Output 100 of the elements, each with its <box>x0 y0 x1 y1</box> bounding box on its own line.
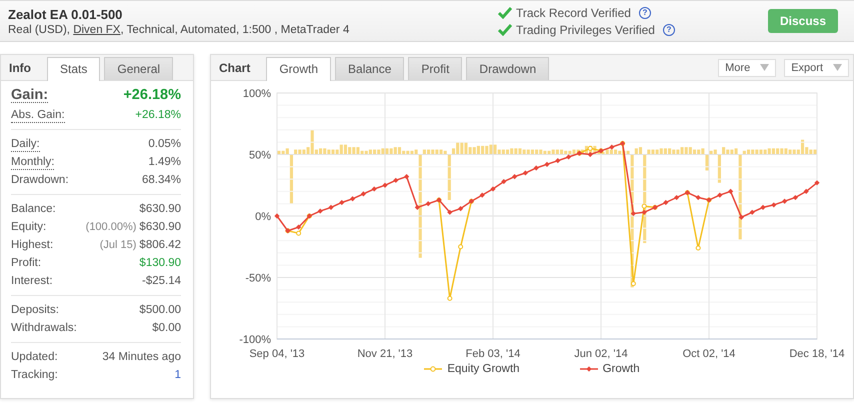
dropdown-button[interactable]: Export <box>784 58 849 76</box>
point <box>588 146 593 151</box>
point <box>426 201 431 206</box>
stat-value: 68.34% <box>142 173 181 188</box>
stat-label: Highest: <box>11 238 54 253</box>
legend-label[interactable]: Growth <box>602 363 640 375</box>
broker-link[interactable]: Diven FX <box>73 24 120 36</box>
chart-tab[interactable]: Balance <box>335 57 404 80</box>
stat-value[interactable]: 1 <box>174 366 181 384</box>
legend-line-icon <box>424 365 442 373</box>
point <box>630 281 636 286</box>
stat-label: Deposits: <box>11 303 59 318</box>
stat-label: Updated: <box>11 350 58 365</box>
stat-label[interactable]: Daily: <box>11 137 40 152</box>
stat-value: $806.42 <box>139 238 181 253</box>
stat-note: (Jul 15) <box>100 238 136 253</box>
point <box>458 206 464 212</box>
stat-label: Tracking: <box>11 368 58 383</box>
axis-label: -50% <box>245 272 271 284</box>
axis-label: 0% <box>255 211 271 223</box>
point <box>642 210 647 215</box>
point <box>544 162 550 167</box>
help-icon[interactable]: ? <box>662 24 675 36</box>
point <box>534 165 539 171</box>
caret-icon <box>833 64 842 71</box>
stat-value: $630.90 <box>139 220 181 235</box>
axis-label: 100% <box>242 88 271 100</box>
legend-label[interactable]: Equity Growth <box>447 363 520 375</box>
axis-label: 50% <box>248 150 271 162</box>
point <box>372 186 377 192</box>
axis-label: Jun 02, '14 <box>574 348 628 360</box>
point <box>296 230 302 236</box>
point <box>804 188 809 194</box>
axis-label: Feb 03, '14 <box>466 348 520 360</box>
stat-value: +26.18% <box>123 86 181 104</box>
dropdown-button[interactable]: More <box>718 58 776 76</box>
point <box>588 152 593 158</box>
point <box>274 213 280 219</box>
point <box>382 182 388 188</box>
point <box>447 210 452 215</box>
point <box>414 204 420 210</box>
verification-label: Track Record Verified <box>516 6 631 20</box>
caret-icon <box>760 64 770 71</box>
point <box>728 188 734 194</box>
point <box>674 194 680 200</box>
system-details: Real (USD), Diven FX, Technical, Automated, 1:500 , MetaTrader 4 <box>8 24 350 36</box>
point <box>360 191 366 196</box>
point <box>501 178 506 184</box>
axis-label: Sep 04, '13 <box>249 348 305 360</box>
point <box>328 204 334 210</box>
point <box>296 224 302 230</box>
stat-value: $0.00 <box>152 321 181 336</box>
stat-label[interactable]: Gain: <box>11 88 48 103</box>
stat-value: $630.90 <box>139 202 181 217</box>
point <box>782 198 788 204</box>
axis-label: Nov 21, '13 <box>357 348 413 360</box>
stat-label: Drawdown: <box>11 173 69 188</box>
point <box>717 192 722 198</box>
stat-label: Interest: <box>11 274 53 289</box>
point <box>350 196 356 202</box>
point <box>490 186 496 192</box>
stat-value: $130.90 <box>139 256 181 271</box>
point <box>738 214 744 220</box>
stat-label: Withdrawals: <box>11 321 77 336</box>
help-icon[interactable]: ? <box>638 6 651 18</box>
system-title: Zealot EA 0.01-500 <box>8 6 124 22</box>
point <box>696 194 701 200</box>
point <box>771 202 776 208</box>
stat-value: 34 Minutes ago <box>102 350 181 365</box>
point <box>393 178 398 183</box>
verification-label: Trading Privileges Verified <box>516 22 655 36</box>
stat-value: +26.18% <box>135 108 181 123</box>
panel-title: Info <box>9 60 31 74</box>
point <box>792 194 798 200</box>
chart-tab[interactable]: Drawdown <box>466 57 550 80</box>
stat-label[interactable]: Monthly: <box>11 155 54 170</box>
point <box>814 180 820 186</box>
stat-label: Equity: <box>11 220 46 235</box>
panel-tab[interactable]: Stats <box>47 57 100 81</box>
point <box>512 174 518 180</box>
stat-label[interactable]: Abs. Gain: <box>11 108 65 123</box>
point <box>663 200 668 206</box>
panel-title: Chart <box>219 60 250 74</box>
point <box>339 200 344 206</box>
stat-label: Balance: <box>11 202 56 217</box>
point <box>750 210 755 215</box>
stat-value: -$25.14 <box>142 274 181 289</box>
point <box>522 170 528 176</box>
stat-value: 1.49% <box>148 155 181 170</box>
point <box>480 192 485 198</box>
panel-tab[interactable]: General <box>104 57 174 80</box>
axis-label: Oct 02, '14 <box>682 348 736 360</box>
stat-note: (100.00%) <box>86 220 136 235</box>
point <box>760 204 766 210</box>
point <box>318 208 323 214</box>
point <box>447 296 452 301</box>
axis-label: Dec 18, '14 <box>789 348 845 360</box>
chart-tab[interactable]: Profit <box>408 57 462 80</box>
point <box>642 204 647 209</box>
chart-tab[interactable]: Growth <box>266 57 332 81</box>
